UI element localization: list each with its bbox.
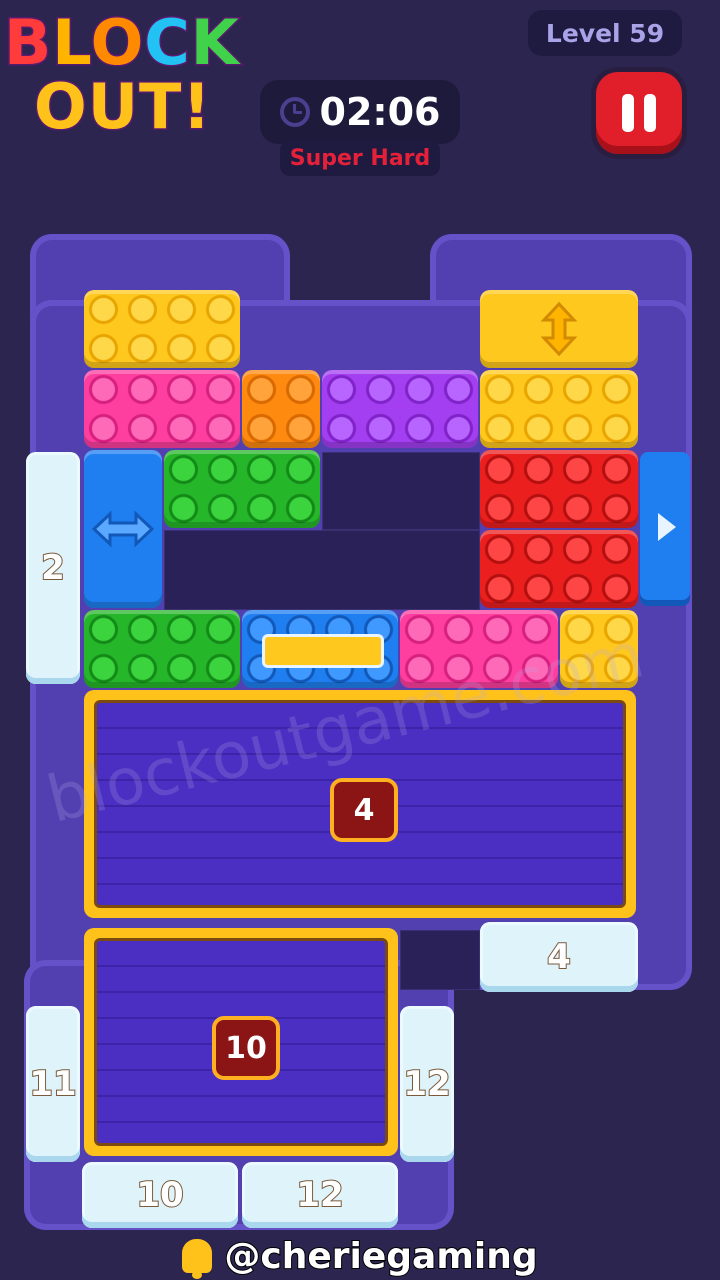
exit-gate-left-bottom: 11 (26, 1006, 80, 1162)
yellow-block[interactable] (84, 290, 240, 368)
green-block[interactable] (84, 610, 240, 688)
horizontal-arrows-icon (91, 510, 155, 548)
exit-gate-bottom-left: 10 (82, 1162, 238, 1228)
purple-block[interactable] (322, 370, 478, 448)
exit-gate-right-bottom: 12 (400, 1006, 454, 1162)
logo-letter: C (143, 5, 191, 81)
yellow-block[interactable] (480, 370, 638, 448)
red-block[interactable] (480, 450, 638, 528)
blue-horizontal-block[interactable] (84, 450, 162, 608)
empty-cell (164, 530, 480, 610)
logo-letter: O (89, 5, 145, 81)
crate-counter: 10 (212, 1016, 280, 1080)
creator-handle: @cheriegaming (0, 1232, 720, 1280)
yellow-vertical-block[interactable] (480, 290, 638, 368)
pause-icon (644, 94, 656, 132)
game-logo: BLOCK OUT! (0, 0, 270, 150)
difficulty-label: Super Hard (280, 140, 440, 176)
empty-cell (400, 930, 480, 990)
orange-block[interactable] (242, 370, 320, 448)
exit-gate-right-lower: 4 (480, 922, 638, 992)
bell-icon (182, 1239, 213, 1279)
logo-letter: K (189, 5, 240, 81)
pink-block[interactable] (84, 370, 240, 448)
crate-counter: 4 (330, 778, 398, 842)
block-window (262, 634, 384, 668)
exit-gate-bottom-right: 12 (242, 1162, 398, 1228)
timer-value: 02:06 (319, 90, 441, 134)
vertical-arrows-icon (540, 301, 578, 357)
exit-gate-left-upper: 2 (26, 452, 80, 684)
level-indicator: Level 59 (528, 10, 682, 56)
blue-block[interactable] (242, 610, 398, 688)
pause-icon (622, 94, 634, 132)
pause-button[interactable] (596, 72, 682, 154)
logo-letter: L (51, 5, 91, 81)
timer: 02:06 (260, 80, 460, 144)
clock-icon (279, 97, 310, 127)
green-block[interactable] (164, 450, 320, 528)
logo-letter: B (2, 5, 53, 81)
arrow-right-icon (658, 513, 676, 541)
red-block[interactable] (480, 530, 638, 608)
locked-crate-small[interactable]: 10 (84, 928, 398, 1156)
logo-line-2: OUT! (33, 69, 213, 145)
exit-gate-right-blue (640, 452, 690, 606)
handle-text: @cheriegaming (223, 1235, 538, 1278)
empty-cell (322, 452, 480, 530)
